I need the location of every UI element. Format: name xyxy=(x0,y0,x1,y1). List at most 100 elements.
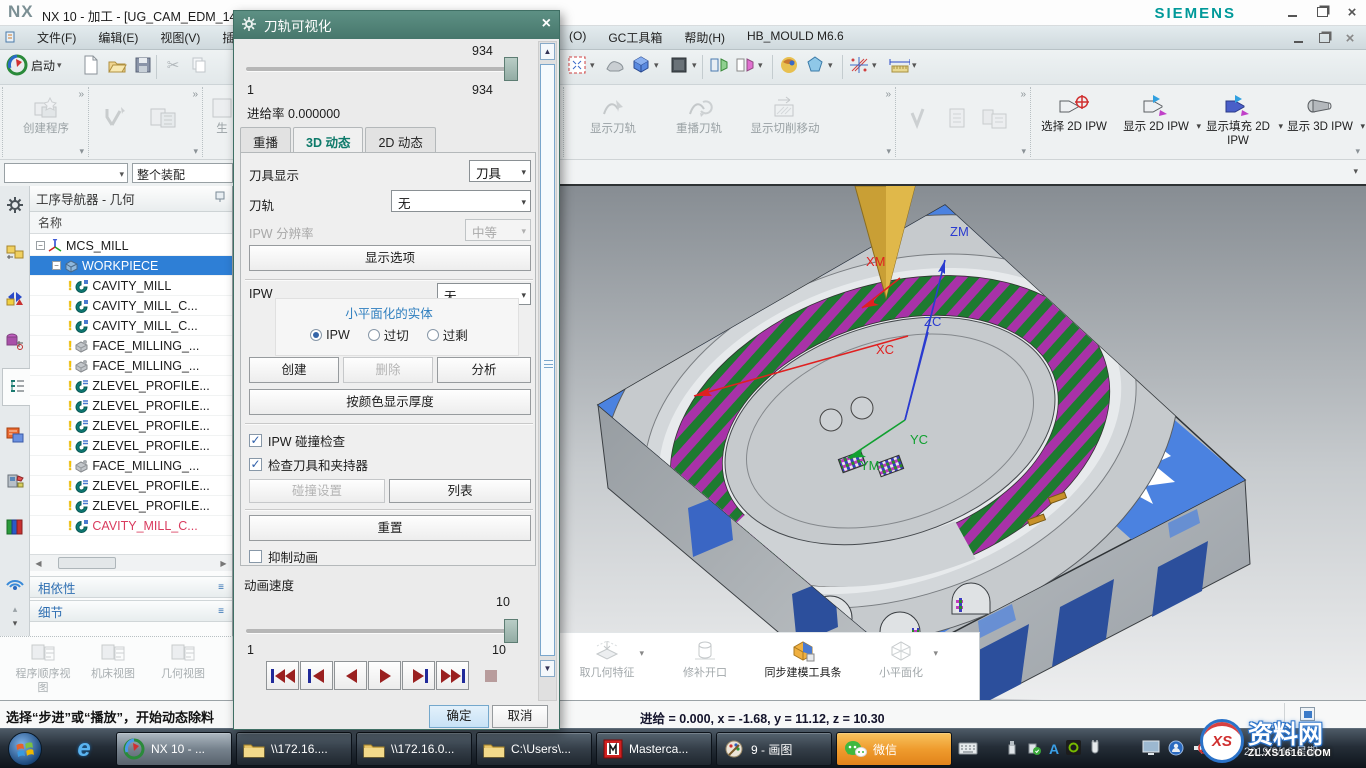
create-program-button[interactable]: 创建程序 xyxy=(3,95,89,137)
sidebar-scroll-up-icon[interactable]: ▴ xyxy=(2,602,28,616)
render-style-button[interactable]: ▾ xyxy=(804,54,833,76)
taskbar-button-nx-10[interactable]: NX 10 - ... xyxy=(116,732,232,766)
tree-item-face-milling-5[interactable]: !FACE_MILLING_... xyxy=(30,336,232,356)
progress-slider-thumb[interactable] xyxy=(504,57,518,81)
tree-item-mcs-mill-0[interactable]: −MCS_MILL xyxy=(30,236,232,256)
doc-minimize-button[interactable] xyxy=(1290,30,1306,46)
play-backward-button[interactable] xyxy=(334,661,367,690)
suppress-animation-checkbox[interactable]: ✓ xyxy=(249,550,262,563)
speed-slider[interactable] xyxy=(246,629,508,633)
ie-taskbar-icon[interactable]: e xyxy=(62,733,106,765)
operation-navigator-icon[interactable] xyxy=(2,368,30,406)
facet-option-[interactable]: 过剩 xyxy=(427,325,468,344)
tab-2d[interactable]: 2D 动态 xyxy=(365,127,435,153)
facet-option-ipw[interactable]: IPW xyxy=(310,328,350,342)
go-to-end-button[interactable] xyxy=(436,661,469,690)
dropdown-caret-icon[interactable]: ▾ xyxy=(1360,121,1365,132)
ribbon-button-2d-ipw[interactable]: 显示 2D IPW▾ xyxy=(1115,93,1197,149)
tree-item-cavity-mill-c-3[interactable]: !CAVITY_MILL_C... xyxy=(30,296,232,316)
radio--icon[interactable] xyxy=(427,329,439,341)
create-button[interactable]: 创建 xyxy=(249,357,339,383)
new-file-button[interactable] xyxy=(80,54,102,76)
menu-item-hb-mould-m6-6[interactable]: HB_MOULD M6.6 xyxy=(738,26,853,49)
radio--icon[interactable] xyxy=(368,329,380,341)
menu-item-e[interactable]: 编辑(E) xyxy=(89,26,147,49)
dependencies-section[interactable]: 相依性≡ xyxy=(30,576,232,598)
tree-item-cavity-mill-c-14[interactable]: !CAVITY_MILL_C... xyxy=(30,516,232,536)
dialog-scroll-thumb[interactable] xyxy=(540,64,555,656)
start-orb[interactable] xyxy=(8,732,42,766)
taskbar-button-c-users[interactable]: C:\Users\... xyxy=(476,732,592,766)
shaded-view-button[interactable]: ▾ xyxy=(630,54,659,76)
tab-[interactable]: 重播 xyxy=(240,127,291,153)
show-hide-button[interactable] xyxy=(708,54,730,76)
tree-item-workpiece-1[interactable]: −WORKPIECE xyxy=(30,256,232,276)
doc-close-button[interactable]: × xyxy=(1342,30,1358,46)
cut-button[interactable]: ✂ xyxy=(162,54,184,76)
settings-gear-icon[interactable] xyxy=(2,190,28,220)
nvidia-settings-icon[interactable] xyxy=(1066,740,1081,758)
toolpath-dropdown[interactable]: 无▾ xyxy=(391,190,531,212)
start-menu-button[interactable]: 启动 ▾ xyxy=(6,54,62,76)
cross-section-button[interactable]: ▾ xyxy=(848,54,877,76)
expand-toggle-icon[interactable]: − xyxy=(52,261,61,270)
tree-item-zlevel-profile-9[interactable]: !ZLEVEL_PROFILE... xyxy=(30,416,232,436)
tree-item-zlevel-profile-10[interactable]: !ZLEVEL_PROFILE... xyxy=(30,436,232,456)
verify-toolpath-icon[interactable] xyxy=(101,103,135,138)
library-icon[interactable] xyxy=(2,512,28,542)
model-toolbar-[interactable]: 同步建模工具条 xyxy=(764,638,842,681)
menu-item-f[interactable]: 文件(F) xyxy=(28,26,85,49)
internet-icon[interactable] xyxy=(2,566,28,596)
cancel-button[interactable]: 取消 xyxy=(492,705,548,728)
menu-item-o[interactable]: (O) xyxy=(560,26,595,49)
open-file-button[interactable] xyxy=(106,54,128,76)
tree-item-zlevel-profile-8[interactable]: !ZLEVEL_PROFILE... xyxy=(30,396,232,416)
tool-holder-check-row[interactable]: ✓ 检查刀具和夹持器 xyxy=(249,455,368,474)
ipw-collision-checkbox[interactable]: ✓ xyxy=(249,434,262,447)
ribbon-button-2d-ipw[interactable]: 显示填充 2D IPW▾ xyxy=(1197,93,1279,149)
dialog-close-icon[interactable]: × xyxy=(542,15,551,33)
minimize-button[interactable] xyxy=(1284,4,1300,20)
navigator-column-header[interactable]: 名称 xyxy=(30,212,232,234)
taskbar-button-masterca[interactable]: Masterca... xyxy=(596,732,712,766)
tree-horizontal-scrollbar[interactable]: ◀ ▶ xyxy=(30,554,232,571)
display-options-button[interactable]: 显示选项 xyxy=(249,245,531,271)
input-method-icon[interactable]: A xyxy=(1049,741,1059,757)
progress-slider[interactable] xyxy=(246,67,508,71)
ok-button[interactable]: 确定 xyxy=(429,705,489,728)
menu-item-v[interactable]: 视图(V) xyxy=(151,26,209,49)
radio-ipw-icon[interactable] xyxy=(310,329,322,341)
ribbon-button-3d-ipw[interactable]: 显示 3D IPW▾ xyxy=(1279,93,1361,149)
dialog-scroll-up-icon[interactable]: ▲ xyxy=(540,43,555,60)
tool-display-dropdown[interactable]: 刀具▾ xyxy=(469,160,531,182)
list-button[interactable]: 列表 xyxy=(389,479,531,503)
taskbar-button-172-16-0[interactable]: \\172.16.0... xyxy=(356,732,472,766)
speed-slider-thumb[interactable] xyxy=(504,619,518,643)
expand-toggle-icon[interactable]: − xyxy=(36,241,45,250)
facet-option-[interactable]: 过切 xyxy=(368,325,409,344)
details-section[interactable]: 细节≡ xyxy=(30,600,232,622)
selection-filter-combo[interactable]: ▾ xyxy=(4,163,128,183)
constraint-navigator-icon[interactable] xyxy=(2,282,28,312)
true-shading-button[interactable] xyxy=(778,54,800,76)
dialog-title-bar[interactable]: 刀轨可视化 × xyxy=(234,11,559,39)
display-settings-icon[interactable] xyxy=(1142,740,1160,758)
dialog-scrollbar[interactable]: ▲ ▼ xyxy=(538,41,557,701)
tool-holder-checkbox[interactable]: ✓ xyxy=(249,458,262,471)
tree-item-cavity-mill-2[interactable]: !CAVITY_MILL xyxy=(30,276,232,296)
copy-button[interactable] xyxy=(188,54,210,76)
measure-button[interactable]: ▾ xyxy=(888,54,917,76)
post-process-icon[interactable] xyxy=(147,103,181,138)
machine-tool-navigator-icon[interactable] xyxy=(2,466,28,496)
keyboard-input-icon[interactable] xyxy=(958,741,978,758)
menu-item-h[interactable]: 帮助(H) xyxy=(675,26,734,49)
doc-restore-button[interactable] xyxy=(1316,30,1332,46)
machining-wizard-icon[interactable] xyxy=(2,420,28,450)
assembly-navigator-icon[interactable] xyxy=(2,238,28,268)
tab-3d[interactable]: 3D 动态 xyxy=(293,127,363,153)
datum-navigator-icon[interactable] xyxy=(2,326,28,356)
step-forward-button[interactable] xyxy=(402,661,435,690)
sidebar-scroll-down-icon[interactable]: ▾ xyxy=(2,616,28,630)
dialog-scroll-down-icon[interactable]: ▼ xyxy=(540,660,555,677)
window-layout-button[interactable]: ▾ xyxy=(734,54,763,76)
